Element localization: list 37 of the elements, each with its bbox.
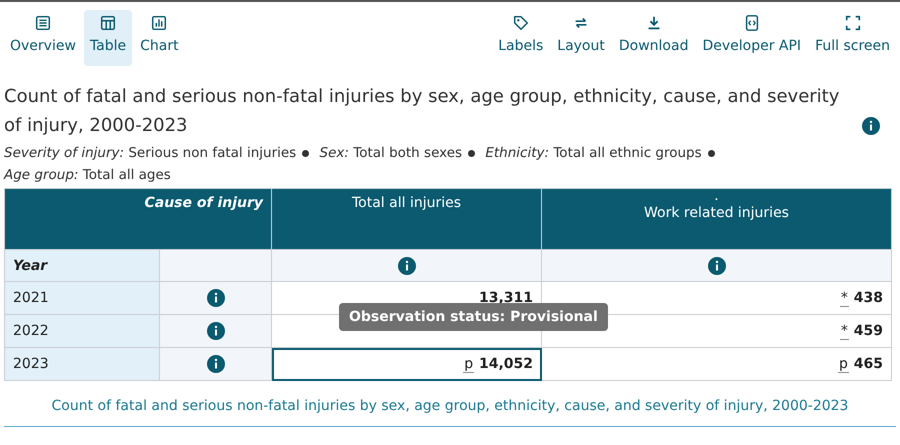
info-icon[interactable]: [862, 117, 880, 135]
view-tab[interactable]: Chart: [134, 10, 185, 66]
fullscreen-icon: [844, 14, 862, 32]
view-tab[interactable]: Overview: [4, 10, 82, 66]
info-icon[interactable]: [206, 322, 224, 340]
year-cell: 2022: [4, 314, 160, 348]
filter-label: Sex: Total both sexes: [320, 145, 462, 161]
value-cell: p 465: [542, 348, 892, 380]
year-cell: 2023: [4, 348, 160, 380]
column-header: Total all injuries: [272, 188, 542, 250]
info-icon[interactable]: [398, 256, 416, 274]
tag-icon: [512, 14, 530, 32]
filter-label: Severity of injury: Serious non fatal injuries: [4, 145, 296, 161]
info-icon[interactable]: [206, 289, 224, 307]
header-cell: Cause of injury: [4, 188, 272, 250]
row-header: Year: [4, 250, 160, 282]
info-icon[interactable]: [206, 355, 224, 373]
list-icon: [34, 14, 52, 32]
toolbar-button[interactable]: Labels: [492, 10, 550, 66]
table-icon: [99, 14, 118, 32]
bar-chart-icon: [150, 14, 168, 32]
page-title: Count of fatal and serious non-fatal injuries by sex, age group, ethnicity, cause, and severity of injury, 2000-2023: [4, 85, 840, 138]
value-cell: p 14,052: [272, 348, 542, 380]
bullet-icon: [708, 150, 715, 157]
filter-label: Ethnicity: Total all ethnic groups: [485, 145, 702, 161]
bullet-icon: [468, 150, 476, 157]
column-header: · Work related injuries: [542, 188, 892, 250]
info-icon[interactable]: [708, 256, 726, 274]
toolbar-button[interactable]: Full screen: [809, 10, 896, 66]
caption-link[interactable]: Count of fatal and serious non-fatal injuries by sex, age group, ethnicity, cause, and severity of injury, 2000-2023: [52, 398, 848, 414]
toolbar-button[interactable]: Layout: [551, 10, 611, 66]
toolbar-button[interactable]: Download: [612, 10, 694, 66]
toolbar-button[interactable]: Developer API: [696, 10, 808, 66]
view-tab[interactable]: Table: [84, 10, 132, 66]
year-cell: 2021: [4, 282, 160, 314]
filter-label: Age group: Total all ages: [4, 167, 171, 183]
bullet-icon: [302, 150, 310, 157]
